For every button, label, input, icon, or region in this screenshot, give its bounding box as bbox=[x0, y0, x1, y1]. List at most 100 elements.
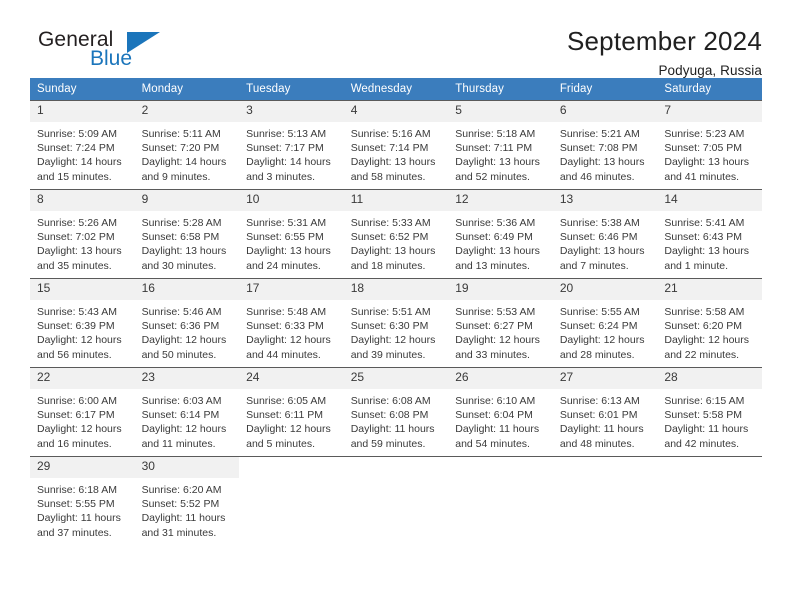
day-number bbox=[448, 457, 553, 478]
sunrise-text: Sunrise: 5:09 AM bbox=[37, 128, 117, 140]
daylight-text-line1: Daylight: 12 hours bbox=[141, 334, 227, 347]
calendar-cell: 18 Sunrise: 5:51 AM Sunset: 6:30 PM Dayligh… bbox=[343, 278, 449, 368]
daylight-text-line1: Daylight: 12 hours bbox=[246, 334, 331, 347]
calendar-cell: 10 Sunrise: 5:31 AM Sunset: 6:55 PM Dayligh… bbox=[239, 189, 344, 279]
calendar-day[interactable]: 25 Sunrise: 6:08 AM Sunset: 6:08 PM Dayligh… bbox=[343, 368, 449, 456]
calendar-day[interactable]: 8 Sunrise: 5:26 AM Sunset: 7:02 PM Daylight… bbox=[30, 190, 135, 278]
calendar-day[interactable]: 21 Sunrise: 5:58 AM Sunset: 6:20 PM Dayligh… bbox=[657, 279, 762, 367]
day-number: 5 bbox=[448, 101, 553, 122]
daylight-text-line2: and 56 minutes. bbox=[37, 348, 112, 361]
logo-text-blue: Blue bbox=[90, 47, 133, 70]
calendar-day[interactable]: 15 Sunrise: 5:43 AM Sunset: 6:39 PM Dayligh… bbox=[30, 279, 135, 367]
calendar-day[interactable]: 7 Sunrise: 5:23 AM Sunset: 7:05 PM Daylight… bbox=[657, 101, 762, 189]
calendar-day[interactable]: 27 Sunrise: 6:13 AM Sunset: 6:01 PM Dayligh… bbox=[552, 368, 658, 456]
day-number: 27 bbox=[552, 368, 658, 389]
calendar-day[interactable]: 14 Sunrise: 5:41 AM Sunset: 6:43 PM Dayligh… bbox=[657, 190, 762, 278]
daylight-text-line2: and 3 minutes. bbox=[246, 170, 316, 183]
calendar-cell: 19 Sunrise: 5:53 AM Sunset: 6:27 PM Dayligh… bbox=[448, 278, 553, 368]
calendar-cell bbox=[552, 455, 658, 540]
day-details: Sunrise: 5:48 AM Sunset: 6:33 PM Daylight:… bbox=[239, 300, 344, 362]
sunset-text: Sunset: 6:01 PM bbox=[559, 409, 638, 422]
general-blue-logo[interactable]: General Blue bbox=[30, 28, 160, 76]
calendar-cell: 4 Sunrise: 5:16 AM Sunset: 7:14 PM Daylight… bbox=[343, 100, 449, 190]
day-details: Sunrise: 6:20 AM Sunset: 5:52 PM Daylight:… bbox=[135, 478, 240, 540]
day-details: Sunrise: 5:21 AM Sunset: 7:08 PM Daylight:… bbox=[553, 122, 658, 184]
calendar-day[interactable]: 28 Sunrise: 6:15 AM Sunset: 5:58 PM Dayligh… bbox=[657, 368, 762, 456]
calendar-day[interactable]: 29 Sunrise: 6:18 AM Sunset: 5:55 PM Dayligh… bbox=[30, 457, 135, 540]
calendar-day[interactable]: 19 Sunrise: 5:53 AM Sunset: 6:27 PM Dayligh… bbox=[448, 279, 553, 367]
calendar-day-empty bbox=[448, 457, 553, 540]
calendar-day[interactable]: 22 Sunrise: 6:00 AM Sunset: 6:17 PM Dayligh… bbox=[30, 368, 135, 456]
calendar-day[interactable]: 5 Sunrise: 5:18 AM Sunset: 7:11 PM Daylight… bbox=[448, 101, 553, 189]
calendar-cell: 13 Sunrise: 5:38 AM Sunset: 6:46 PM Dayligh… bbox=[552, 189, 658, 279]
calendar-day[interactable]: 16 Sunrise: 5:46 AM Sunset: 6:36 PM Dayligh… bbox=[134, 279, 240, 367]
day-details: Sunrise: 6:05 AM Sunset: 6:11 PM Daylight:… bbox=[239, 389, 344, 451]
day-number: 17 bbox=[239, 279, 344, 300]
daylight-text-line2: and 5 minutes. bbox=[246, 437, 316, 450]
sunset-text: Sunset: 7:08 PM bbox=[559, 142, 638, 155]
day-number: 30 bbox=[134, 457, 240, 478]
calendar-day[interactable]: 10 Sunrise: 5:31 AM Sunset: 6:55 PM Dayligh… bbox=[239, 190, 344, 278]
daylight-text-line2: and 54 minutes. bbox=[455, 437, 530, 450]
sunset-text: Sunset: 6:43 PM bbox=[664, 231, 743, 244]
day-number: 1 bbox=[30, 101, 135, 122]
daylight-text-line2: and 13 minutes. bbox=[455, 259, 530, 272]
daylight-text-line1: Daylight: 11 hours bbox=[350, 423, 435, 436]
calendar-day[interactable]: 23 Sunrise: 6:03 AM Sunset: 6:14 PM Dayligh… bbox=[134, 368, 240, 456]
sunset-text: Sunset: 7:05 PM bbox=[664, 142, 743, 155]
calendar-day[interactable]: 30 Sunrise: 6:20 AM Sunset: 5:52 PM Dayligh… bbox=[134, 457, 240, 540]
daylight-text-line1: Daylight: 11 hours bbox=[37, 512, 121, 525]
day-details: Sunrise: 5:09 AM Sunset: 7:24 PM Daylight:… bbox=[30, 122, 135, 184]
sunrise-text: Sunrise: 5:26 AM bbox=[37, 217, 117, 229]
sunrise-text: Sunrise: 5:11 AM bbox=[141, 128, 221, 140]
sunrise-text: Sunrise: 5:13 AM bbox=[246, 128, 327, 140]
day-number: 10 bbox=[239, 190, 344, 211]
calendar-day[interactable]: 11 Sunrise: 5:33 AM Sunset: 6:52 PM Dayligh… bbox=[343, 190, 449, 278]
day-number: 16 bbox=[134, 279, 240, 300]
calendar-day[interactable]: 3 Sunrise: 5:13 AM Sunset: 7:17 PM Daylight… bbox=[239, 101, 344, 189]
day-number: 13 bbox=[552, 190, 658, 211]
day-details: Sunrise: 5:23 AM Sunset: 7:05 PM Daylight:… bbox=[657, 122, 762, 184]
sunrise-text: Sunrise: 6:13 AM bbox=[559, 395, 640, 407]
calendar-day[interactable]: 13 Sunrise: 5:38 AM Sunset: 6:46 PM Dayligh… bbox=[552, 190, 658, 278]
sunrise-text: Sunrise: 6:20 AM bbox=[141, 484, 222, 496]
calendar-cell bbox=[448, 455, 553, 540]
calendar-day[interactable]: 26 Sunrise: 6:10 AM Sunset: 6:04 PM Dayligh… bbox=[448, 368, 553, 456]
calendar-day[interactable]: 24 Sunrise: 6:05 AM Sunset: 6:11 PM Dayligh… bbox=[239, 368, 344, 456]
daylight-text-line1: Daylight: 13 hours bbox=[455, 156, 540, 169]
daylight-text-line2: and 52 minutes. bbox=[455, 170, 530, 183]
sunset-text: Sunset: 6:52 PM bbox=[350, 231, 429, 244]
day-number: 11 bbox=[343, 190, 449, 211]
calendar-day[interactable]: 2 Sunrise: 5:11 AM Sunset: 7:20 PM Daylight… bbox=[134, 101, 240, 189]
day-number: 24 bbox=[239, 368, 344, 389]
daylight-text-line1: Daylight: 11 hours bbox=[664, 423, 749, 436]
calendar-day[interactable]: 17 Sunrise: 5:48 AM Sunset: 6:33 PM Dayligh… bbox=[239, 279, 344, 367]
calendar-day[interactable]: 9 Sunrise: 5:28 AM Sunset: 6:58 PM Daylight… bbox=[134, 190, 240, 278]
calendar-cell: 28 Sunrise: 6:15 AM Sunset: 5:58 PM Dayligh… bbox=[657, 367, 762, 457]
calendar-body: 1 Sunrise: 5:09 AM Sunset: 7:24 PM Daylight… bbox=[30, 100, 762, 540]
calendar-cell: 26 Sunrise: 6:10 AM Sunset: 6:04 PM Dayligh… bbox=[448, 367, 553, 457]
sunrise-text: Sunrise: 6:05 AM bbox=[246, 395, 327, 407]
day-number: 21 bbox=[657, 279, 762, 300]
calendar-day[interactable]: 6 Sunrise: 5:21 AM Sunset: 7:08 PM Daylight… bbox=[552, 101, 658, 189]
calendar-cell: 11 Sunrise: 5:33 AM Sunset: 6:52 PM Dayligh… bbox=[343, 189, 449, 279]
calendar-day[interactable]: 20 Sunrise: 5:55 AM Sunset: 6:24 PM Dayligh… bbox=[552, 279, 658, 367]
calendar-day[interactable]: 4 Sunrise: 5:16 AM Sunset: 7:14 PM Daylight… bbox=[343, 101, 449, 189]
calendar-day[interactable]: 18 Sunrise: 5:51 AM Sunset: 6:30 PM Dayligh… bbox=[343, 279, 449, 367]
day-number: 14 bbox=[657, 190, 762, 211]
calendar-day[interactable]: 12 Sunrise: 5:36 AM Sunset: 6:49 PM Dayligh… bbox=[448, 190, 553, 278]
daylight-text-line1: Daylight: 12 hours bbox=[455, 334, 540, 347]
daylight-text-line2: and 1 minute. bbox=[664, 259, 729, 272]
calendar-day[interactable]: 1 Sunrise: 5:09 AM Sunset: 7:24 PM Daylight… bbox=[30, 101, 135, 189]
day-number bbox=[657, 457, 762, 478]
daylight-text-line2: and 16 minutes. bbox=[37, 437, 112, 450]
daylight-text-line1: Daylight: 12 hours bbox=[350, 334, 436, 347]
calendar-cell: 6 Sunrise: 5:21 AM Sunset: 7:08 PM Daylight… bbox=[552, 100, 658, 190]
calendar-cell: 21 Sunrise: 5:58 AM Sunset: 6:20 PM Dayligh… bbox=[657, 278, 762, 368]
sunrise-text: Sunrise: 6:00 AM bbox=[37, 395, 117, 407]
daylight-text-line1: Daylight: 13 hours bbox=[664, 156, 750, 169]
calendar-week-row: 22 Sunrise: 6:00 AM Sunset: 6:17 PM Dayligh… bbox=[30, 367, 762, 457]
calendar-day-empty bbox=[657, 457, 762, 540]
day-number: 25 bbox=[343, 368, 449, 389]
daylight-text-line1: Daylight: 13 hours bbox=[559, 245, 645, 258]
